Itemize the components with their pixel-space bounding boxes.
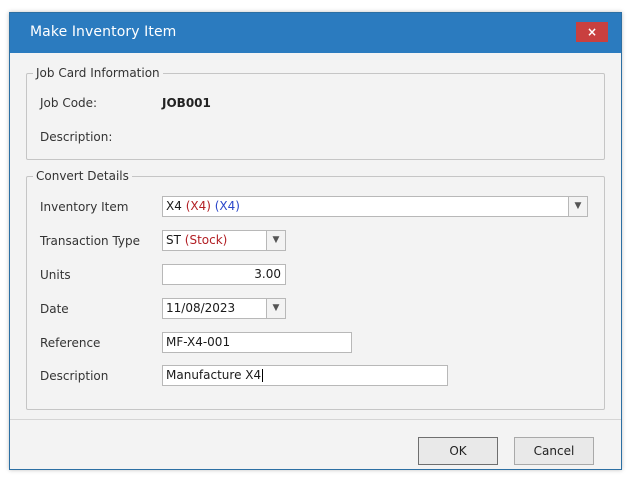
job-card-group: Job Card Information — [26, 67, 605, 160]
reference-label: Reference — [40, 336, 101, 350]
make-inventory-item-dialog: Make Inventory Item × Job Card Informati… — [9, 12, 622, 470]
job-description-label: Description: — [40, 130, 113, 144]
inventory-item-red-part: (X4) — [185, 199, 211, 213]
units-input[interactable]: 3.00 — [162, 264, 286, 285]
transaction-type-code: ST — [166, 233, 181, 247]
window-title: Make Inventory Item — [30, 24, 177, 40]
description-value: Manufacture X4 — [166, 368, 262, 382]
chevron-down-icon: ▼ — [272, 235, 280, 245]
inventory-item-dropdown-button[interactable]: ▼ — [568, 197, 587, 216]
transaction-type-red-part: (Stock) — [184, 233, 228, 247]
text-cursor — [262, 369, 264, 382]
chevron-down-icon: ▼ — [574, 201, 582, 211]
units-label: Units — [40, 268, 71, 282]
transaction-type-dropdown-button[interactable]: ▼ — [266, 231, 285, 250]
footer-separator — [10, 419, 621, 420]
title-bar[interactable]: Make Inventory Item × — [10, 13, 621, 53]
date-value: 11/08/2023 — [166, 301, 236, 315]
inventory-item-code: X4 — [166, 199, 182, 213]
transaction-type-label: Transaction Type — [40, 234, 141, 248]
job-code-value: JOB001 — [162, 96, 211, 110]
ok-button[interactable]: OK — [418, 437, 498, 465]
close-icon: × — [586, 25, 598, 39]
date-label: Date — [40, 302, 69, 316]
description-label: Description — [40, 369, 109, 383]
inventory-item-blue-part: (X4) — [214, 199, 240, 213]
job-code-label: Job Code: — [40, 96, 98, 110]
convert-details-legend: Convert Details — [36, 169, 129, 183]
transaction-type-select[interactable]: ST (Stock) ▼ — [162, 230, 286, 251]
chevron-down-icon: ▼ — [272, 303, 280, 313]
inventory-item-label: Inventory Item — [40, 200, 129, 214]
close-button[interactable]: × — [576, 22, 608, 42]
reference-input[interactable]: MF-X4-001 — [162, 332, 352, 353]
job-card-legend: Job Card Information — [36, 66, 160, 80]
date-dropdown-button[interactable]: ▼ — [266, 299, 285, 318]
description-input[interactable]: Manufacture X4 — [162, 365, 448, 386]
date-picker[interactable]: 11/08/2023 ▼ — [162, 298, 286, 319]
inventory-item-select[interactable]: X4 (X4) (X4) ▼ — [162, 196, 588, 217]
cancel-button[interactable]: Cancel — [514, 437, 594, 465]
